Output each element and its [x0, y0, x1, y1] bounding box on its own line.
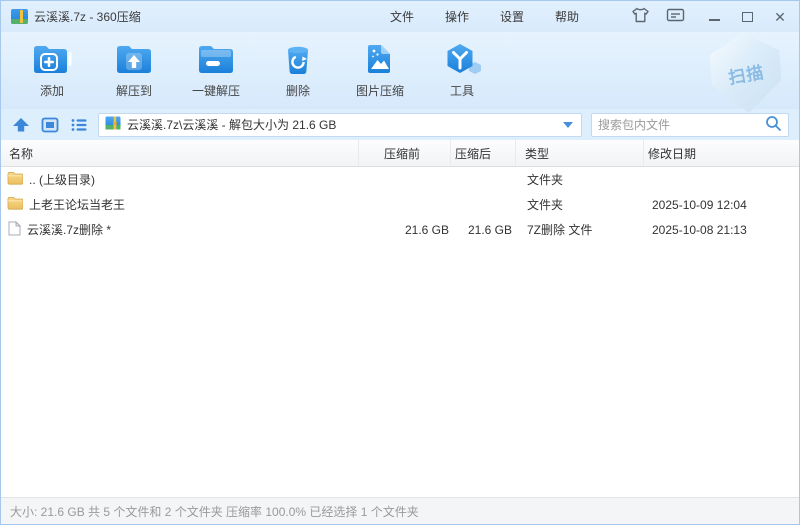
menu-bar: 文件 操作 设置 帮助 — [390, 8, 579, 25]
extract-to-button[interactable]: 解压到 — [97, 39, 171, 103]
table-row[interactable]: .. (上级目录) 文件夹 — [1, 167, 799, 192]
scan-badge-label: 扫描 — [726, 58, 766, 89]
search-box — [591, 113, 789, 137]
file-type: 文件夹 — [516, 171, 644, 188]
toolbar: 添加 解压到 一键解压 删除 图片压缩 — [1, 32, 799, 109]
app-archive-icon — [11, 9, 28, 24]
extract-to-icon — [113, 42, 155, 79]
modified-date: 2025-10-08 21:13 — [644, 223, 799, 237]
minimize-button[interactable] — [703, 7, 725, 27]
file-type: 7Z删除 文件 — [516, 221, 644, 238]
file-type: 文件夹 — [516, 196, 644, 213]
column-header-name[interactable]: 名称 — [1, 140, 359, 166]
close-button[interactable]: ✕ — [769, 7, 791, 27]
column-header-after[interactable]: 压缩后 — [451, 140, 516, 166]
delete-button[interactable]: 删除 — [261, 39, 335, 103]
tools-button[interactable]: 工具 — [425, 39, 499, 103]
delete-trash-icon — [278, 42, 318, 79]
search-input[interactable] — [598, 118, 765, 132]
list-view-icon[interactable] — [69, 116, 89, 134]
titlebar-extra-icons — [631, 7, 685, 26]
toolbar-label: 添加 — [40, 82, 64, 99]
file-name: .. (上级目录) — [29, 171, 95, 188]
skin-theme-icon[interactable] — [631, 7, 650, 26]
image-compress-button[interactable]: 图片压缩 — [343, 39, 417, 103]
scan-shield-badge[interactable]: 扫描 — [706, 31, 785, 116]
feedback-icon[interactable] — [666, 8, 685, 26]
archive-file-icon — [105, 116, 121, 133]
column-header-type[interactable]: 类型 — [516, 140, 644, 166]
toolbar-label: 工具 — [450, 82, 474, 99]
toolbar-label: 图片压缩 — [356, 82, 404, 99]
tools-cube-icon — [441, 42, 483, 79]
file-list: .. (上级目录) 文件夹 上老王论坛当老王 文件夹 2025-10-09 12… — [1, 167, 799, 497]
menu-help[interactable]: 帮助 — [555, 8, 579, 25]
column-header-date[interactable]: 修改日期 — [644, 140, 799, 166]
file-name: 云溪溪.7z删除 * — [27, 221, 111, 238]
menu-operation[interactable]: 操作 — [445, 8, 469, 25]
one-click-extract-button[interactable]: 一键解压 — [179, 39, 253, 103]
add-folder-icon — [31, 42, 73, 79]
window-title: 云溪溪.7z - 360压缩 — [34, 8, 141, 25]
table-row[interactable]: 上老王论坛当老王 文件夹 2025-10-09 12:04 — [1, 192, 799, 217]
view-mode-icon[interactable] — [40, 116, 60, 134]
archive-path-combobox[interactable]: 云溪溪.7z\云溪溪 - 解包大小为 21.6 GB — [98, 113, 582, 137]
archive-path-text: 云溪溪.7z\云溪溪 - 解包大小为 21.6 GB — [127, 116, 557, 133]
table-header: 名称 压缩前 压缩后 类型 修改日期 — [1, 140, 799, 167]
title-bar: 云溪溪.7z - 360压缩 文件 操作 设置 帮助 ✕ — [1, 1, 799, 32]
folder-icon — [7, 196, 23, 213]
status-bar: 大小: 21.6 GB 共 5 个文件和 2 个文件夹 压缩率 100.0% 已… — [1, 497, 799, 524]
folder-icon — [7, 171, 23, 188]
address-bar: 云溪溪.7z\云溪溪 - 解包大小为 21.6 GB — [1, 109, 799, 140]
one-click-extract-icon — [195, 42, 237, 79]
table-row[interactable]: 云溪溪.7z删除 * 21.6 GB 21.6 GB 7Z删除 文件 2025-… — [1, 217, 799, 242]
status-text: 大小: 21.6 GB 共 5 个文件和 2 个文件夹 压缩率 100.0% 已… — [10, 503, 419, 520]
menu-file[interactable]: 文件 — [390, 8, 414, 25]
toolbar-label: 删除 — [286, 82, 310, 99]
search-icon[interactable] — [765, 115, 782, 135]
up-level-icon[interactable] — [11, 116, 31, 134]
modified-date: 2025-10-09 12:04 — [644, 198, 799, 212]
file-name: 上老王论坛当老王 — [29, 196, 125, 213]
column-header-before[interactable]: 压缩前 — [359, 140, 451, 166]
size-before: 21.6 GB — [359, 223, 451, 237]
chevron-down-icon[interactable] — [563, 122, 573, 128]
size-after: 21.6 GB — [451, 223, 516, 237]
menu-settings[interactable]: 设置 — [500, 8, 524, 25]
file-icon — [7, 221, 21, 239]
toolbar-label: 一键解压 — [192, 82, 240, 99]
add-button[interactable]: 添加 — [15, 39, 89, 103]
toolbar-label: 解压到 — [116, 82, 152, 99]
maximize-button[interactable] — [736, 7, 758, 27]
image-compress-icon — [360, 42, 400, 79]
app-window: 云溪溪.7z - 360压缩 文件 操作 设置 帮助 ✕ 添加 — [0, 0, 800, 525]
window-controls: ✕ — [703, 7, 791, 27]
